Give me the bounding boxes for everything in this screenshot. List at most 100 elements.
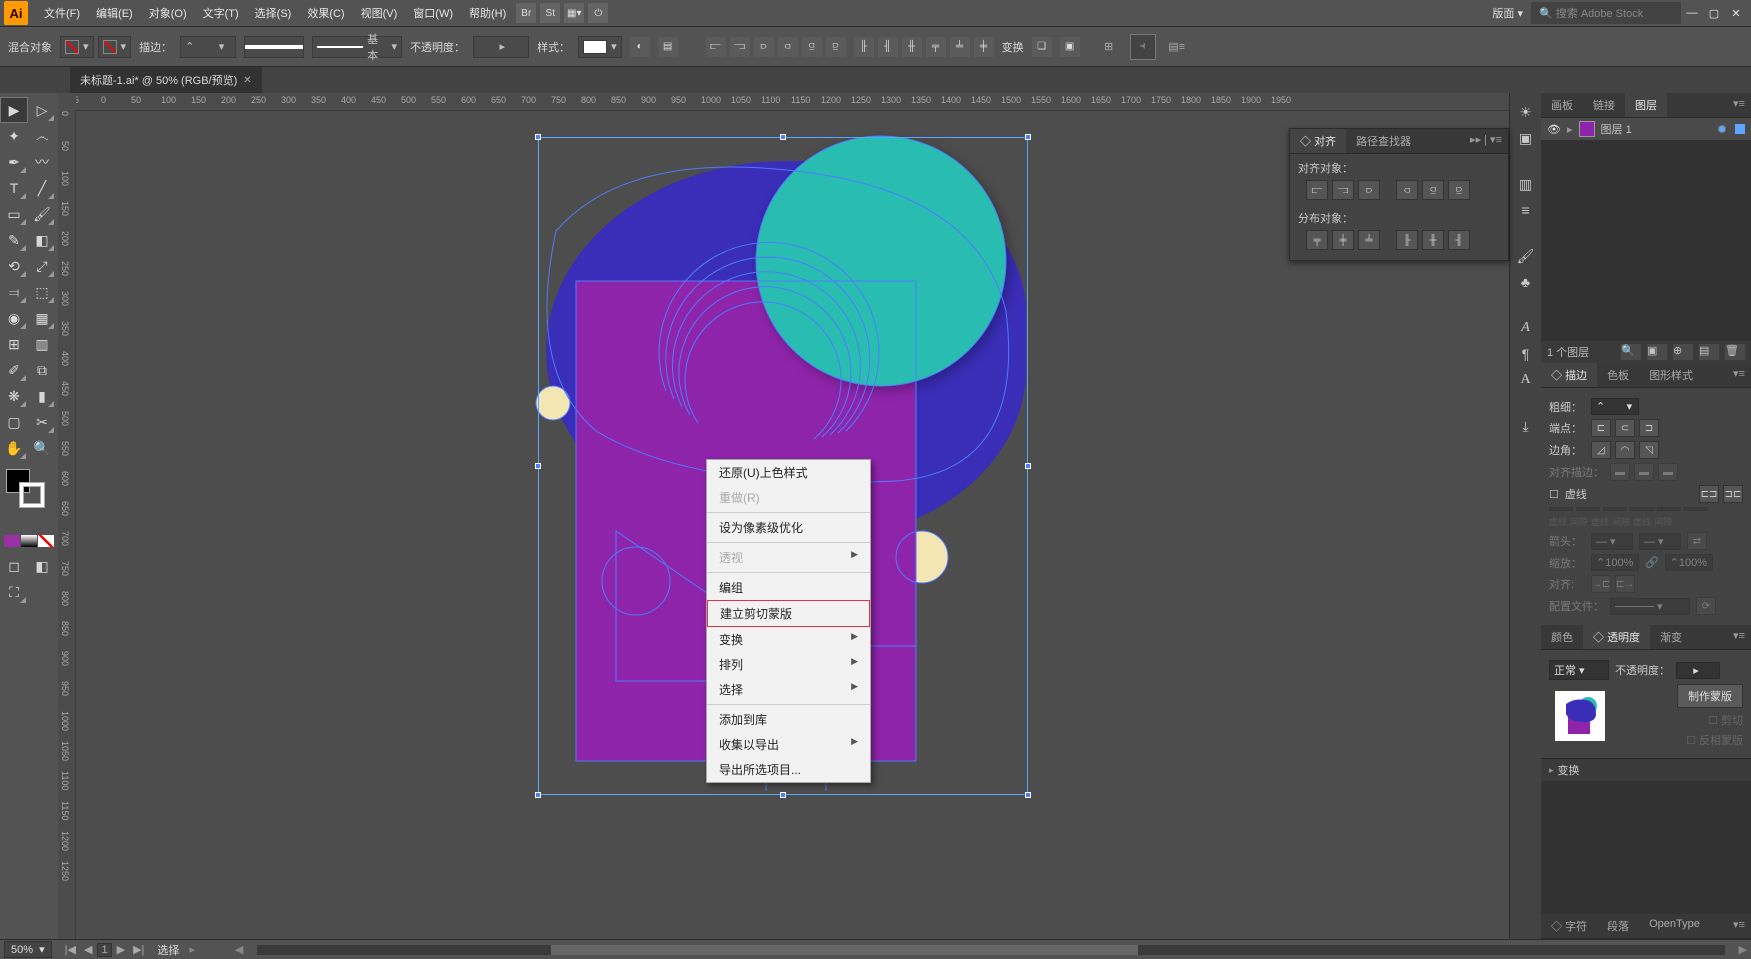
artboard-tool[interactable]: ▢ xyxy=(0,409,28,435)
dock-glyph-icon[interactable]: A xyxy=(1515,369,1537,391)
dock-brushes2-icon[interactable]: 🖌 xyxy=(1515,245,1537,267)
draw-normal-icon[interactable]: ◻ xyxy=(0,553,28,579)
tab-graphic-styles[interactable]: 图形样式 xyxy=(1639,363,1703,387)
cm-make-clipping-mask[interactable]: 建立剪切蒙版 xyxy=(707,600,870,627)
menu-help[interactable]: 帮助(H) xyxy=(461,1,514,25)
close-window-button[interactable]: ✕ xyxy=(1725,3,1747,24)
dist-top-btn[interactable]: ╤ xyxy=(1306,230,1328,250)
opacity-input2[interactable]: ▸ xyxy=(1676,662,1720,679)
visibility-icon[interactable]: 👁 xyxy=(1547,123,1561,136)
next-artboard-icon[interactable]: ▶ xyxy=(114,943,128,957)
color-mode-gradient[interactable] xyxy=(21,535,37,547)
opacity-input[interactable]: ▸ xyxy=(473,36,529,58)
eyedropper-tool[interactable]: ✐ xyxy=(0,357,28,383)
paintbrush-tool[interactable]: 🖌 xyxy=(28,201,56,227)
cm-select[interactable]: 选择▶ xyxy=(707,677,870,702)
dist-bottom-btn[interactable]: ╧ xyxy=(1358,230,1380,250)
rotate-tool[interactable]: ⟲ xyxy=(0,253,28,279)
fill-stroke-swatches[interactable] xyxy=(0,469,58,505)
cap-square-btn[interactable]: ⊐ xyxy=(1639,419,1659,437)
tab-transparency[interactable]: ◇ 透明度 xyxy=(1583,625,1650,649)
list-view-icon[interactable]: ⫞ xyxy=(1130,34,1156,60)
align-vcenter-btn[interactable]: ⫑ xyxy=(1422,180,1444,200)
cm-collect-export[interactable]: 收集以导出▶ xyxy=(707,732,870,757)
dock-color-guide-icon[interactable]: ☀ xyxy=(1515,101,1537,123)
stock-icon[interactable]: St xyxy=(540,3,560,23)
dist-h1-icon[interactable]: ╟ xyxy=(854,37,874,57)
tab-layers[interactable]: 图层 xyxy=(1625,93,1667,117)
dashed-checkbox[interactable]: ☐ xyxy=(1549,488,1559,501)
stroke-profile[interactable] xyxy=(244,36,304,58)
horizontal-scrollbar[interactable] xyxy=(257,945,1724,955)
last-artboard-icon[interactable]: ▶| xyxy=(130,943,147,957)
stroke-dropdown[interactable]: ▾ xyxy=(98,36,132,58)
color-mode-none[interactable] xyxy=(38,535,54,547)
shaper-tool[interactable]: ✎ xyxy=(0,227,28,253)
width-tool[interactable]: ⫤ xyxy=(0,279,28,305)
cm-arrange[interactable]: 排列▶ xyxy=(707,652,870,677)
dock-symbols-icon[interactable]: ≡ xyxy=(1515,199,1537,221)
dock-swatches-icon[interactable]: ▥ xyxy=(1515,173,1537,195)
dist-v2-icon[interactable]: ╧ xyxy=(950,37,970,57)
bridge-icon[interactable]: Br xyxy=(516,3,536,23)
cm-export-selection[interactable]: 导出所选项目... xyxy=(707,757,870,782)
menu-type[interactable]: 文字(T) xyxy=(195,1,247,25)
layer-target-icon[interactable] xyxy=(1718,125,1726,133)
tab-paragraph[interactable]: 段落 xyxy=(1597,914,1639,938)
maximize-button[interactable]: ▢ xyxy=(1703,3,1725,24)
isolate-icon[interactable]: ▣ xyxy=(1060,37,1080,57)
menu-edit[interactable]: 编辑(E) xyxy=(88,1,141,25)
zoom-combo[interactable]: 50% ▾ xyxy=(4,941,52,958)
new-layer-icon[interactable]: ▤ xyxy=(1699,344,1719,360)
stock-search-input[interactable]: 🔍 搜索 Adobe Stock xyxy=(1531,2,1681,24)
color-mode-solid[interactable] xyxy=(4,535,20,547)
transform-panel-collapsed[interactable]: ▸ 变换 xyxy=(1541,758,1751,781)
cm-transform[interactable]: 变换▶ xyxy=(707,627,870,652)
dist-h2-icon[interactable]: ╢ xyxy=(878,37,898,57)
arrange-docs-icon[interactable]: ▦▾ xyxy=(564,3,584,23)
selection-tool[interactable]: ▶ xyxy=(0,97,28,123)
stroke-weight-input[interactable]: ⌃ ▾ xyxy=(180,36,236,58)
dock-brushes-icon[interactable]: ▣ xyxy=(1515,127,1537,149)
draw-behind-icon[interactable]: ◧ xyxy=(28,553,56,579)
direct-selection-tool[interactable]: ▷ xyxy=(28,97,56,123)
transform-link[interactable]: 变换 xyxy=(1002,39,1024,55)
document-tab[interactable]: 未标题-1.ai* @ 50% (RGB/预览) ✕ xyxy=(70,67,262,93)
grid-view-icon[interactable]: ⊞ xyxy=(1096,34,1122,60)
tab-character[interactable]: ◇ 字符 xyxy=(1541,914,1597,938)
align-hcenter-icon[interactable]: ⫎ xyxy=(730,37,750,57)
symbol-sprayer-tool[interactable]: ❋ xyxy=(0,383,28,409)
mesh-tool[interactable]: ⊞ xyxy=(0,331,28,357)
stroke-weight-input2[interactable]: ⌃ ▾ xyxy=(1591,398,1639,415)
layer-row[interactable]: 👁 ▸ 图层 1 xyxy=(1541,118,1751,140)
make-mask-button[interactable]: 制作蒙版 xyxy=(1677,684,1743,708)
cm-pixel-perfect[interactable]: 设为像素级优化 xyxy=(707,515,870,540)
shape-builder-tool[interactable]: ◉ xyxy=(0,305,28,331)
dash-align1-btn[interactable]: ⊏⊐ xyxy=(1699,485,1719,503)
hscroll-left-icon[interactable]: ◀ xyxy=(235,943,243,956)
align-right-btn[interactable]: ⫐ xyxy=(1358,180,1380,200)
char-panel-menu-icon[interactable]: ▾≡ xyxy=(1727,914,1751,938)
line-tool[interactable]: ╱ xyxy=(28,175,56,201)
tab-pathfinder[interactable]: 路径查找器 xyxy=(1346,129,1421,153)
dock-asset-export-icon[interactable]: ⤓ xyxy=(1515,415,1537,437)
type-tool[interactable]: T xyxy=(0,175,28,201)
align-bottom-icon[interactable]: ⫒ xyxy=(826,37,846,57)
shape-mode-icon[interactable]: ❏ xyxy=(1032,37,1052,57)
graph-tool[interactable]: ▮ xyxy=(28,383,56,409)
magic-wand-tool[interactable]: ✦ xyxy=(0,123,28,149)
make-clip-icon[interactable]: ▣ xyxy=(1647,344,1667,360)
align-top-btn[interactable]: ⫏ xyxy=(1396,180,1418,200)
layers-panel-menu-icon[interactable]: ▾≡ xyxy=(1727,93,1751,117)
align-right-icon[interactable]: ⫐ xyxy=(754,37,774,57)
first-artboard-icon[interactable]: |◀ xyxy=(62,943,79,957)
prev-artboard-icon[interactable]: ◀ xyxy=(81,943,95,957)
pen-tool[interactable]: ✒ xyxy=(0,149,28,175)
menu-window[interactable]: 窗口(W) xyxy=(405,1,461,25)
tab-gradient[interactable]: 渐变 xyxy=(1650,625,1692,649)
dash-align2-btn[interactable]: ⊐⊏ xyxy=(1723,485,1743,503)
tab-links[interactable]: 链接 xyxy=(1583,93,1625,117)
new-sublayer-icon[interactable]: ⊕ xyxy=(1673,344,1693,360)
corner-miter-btn[interactable]: ◿ xyxy=(1591,441,1611,459)
align-vcenter-icon[interactable]: ⫑ xyxy=(802,37,822,57)
